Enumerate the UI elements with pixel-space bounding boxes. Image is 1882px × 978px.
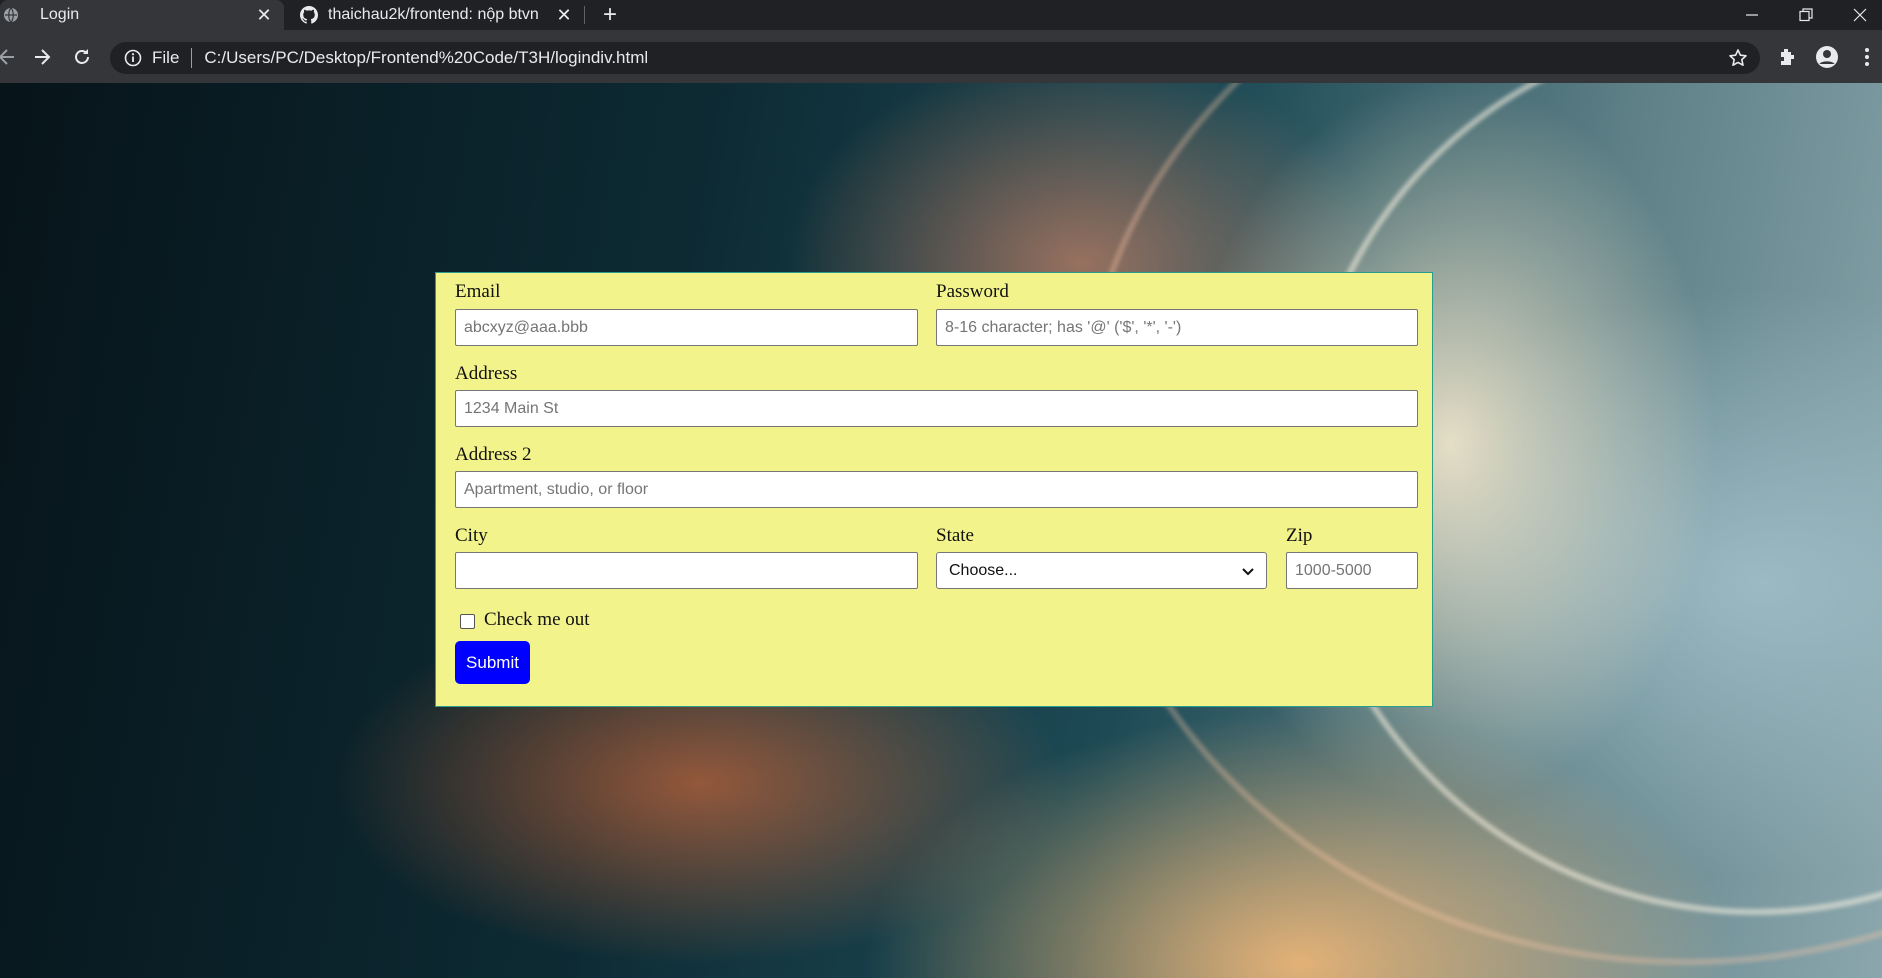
address2-label: Address 2 <box>455 444 532 465</box>
address-input[interactable] <box>455 390 1418 427</box>
address2-input[interactable] <box>455 471 1418 508</box>
globe-icon <box>2 6 20 24</box>
tab-separator <box>584 6 585 24</box>
browser-toolbar: File C:/Users/PC/Desktop/Frontend%20Code… <box>0 30 1882 83</box>
zip-label: Zip <box>1286 525 1313 546</box>
close-tab-icon[interactable]: ✕ <box>552 3 576 27</box>
tab-title: thaichau2k/frontend: nộp btvn <box>328 6 539 23</box>
bookmark-star-icon[interactable] <box>1728 48 1748 68</box>
city-label: City <box>455 525 488 546</box>
city-input[interactable] <box>455 552 918 589</box>
state-select[interactable]: Choose... <box>936 552 1267 589</box>
url-divider <box>191 48 193 68</box>
profile-icon[interactable] <box>1810 40 1844 74</box>
signup-form: Email Password Address Address 2 City St… <box>435 272 1433 707</box>
tab-bar: Login ✕ thaichau2k/frontend: nộp btvn ✕ … <box>0 0 1882 30</box>
reload-icon[interactable] <box>65 40 99 74</box>
url-text[interactable]: C:/Users/PC/Desktop/Frontend%20Code/T3H/… <box>204 48 648 68</box>
back-icon[interactable] <box>0 40 24 74</box>
address-label: Address <box>455 363 518 384</box>
check-me-out-label: Check me out <box>484 609 590 630</box>
chevron-down-icon <box>1240 563 1256 579</box>
state-selected-value: Choose... <box>949 561 1018 579</box>
info-icon[interactable] <box>124 49 142 67</box>
address-bar[interactable]: File C:/Users/PC/Desktop/Frontend%20Code… <box>110 42 1760 74</box>
new-tab-icon[interactable]: + <box>597 1 623 28</box>
password-label: Password <box>936 281 1009 302</box>
tab-login[interactable]: Login ✕ <box>0 0 284 30</box>
tab-github[interactable]: thaichau2k/frontend: nộp btvn ✕ <box>292 0 584 30</box>
close-window-icon[interactable] <box>1838 0 1882 30</box>
submit-button[interactable]: Submit <box>455 641 530 684</box>
email-label: Email <box>455 281 501 302</box>
forward-icon[interactable] <box>25 40 59 74</box>
restore-icon[interactable] <box>1784 0 1828 30</box>
email-input[interactable] <box>455 309 918 346</box>
minimize-icon[interactable] <box>1730 0 1774 30</box>
github-icon <box>300 6 318 24</box>
zip-input[interactable] <box>1286 552 1418 589</box>
page-background: Email Password Address Address 2 City St… <box>0 83 1882 978</box>
check-me-out-checkbox[interactable] <box>460 614 475 629</box>
menu-kebab-icon[interactable] <box>1850 40 1882 74</box>
password-input[interactable] <box>936 309 1418 346</box>
tab-title: Login <box>40 6 80 23</box>
state-label: State <box>936 525 974 546</box>
extensions-icon[interactable] <box>1770 40 1804 74</box>
url-scheme-label: File <box>152 48 180 67</box>
close-tab-icon[interactable]: ✕ <box>252 3 276 27</box>
